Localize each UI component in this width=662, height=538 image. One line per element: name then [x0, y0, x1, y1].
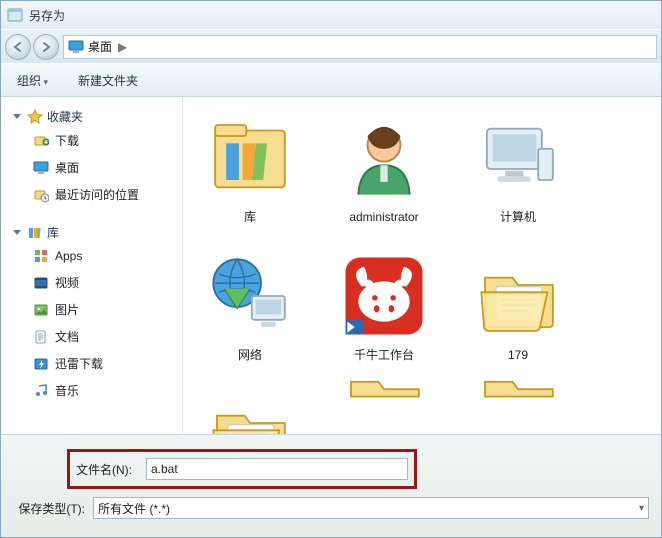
- filename-row: 文件名(N):: [67, 449, 417, 489]
- filename-input[interactable]: [146, 458, 408, 480]
- app-icon: [7, 7, 23, 23]
- toolbar: 组织 新建文件夹: [1, 63, 661, 97]
- file-item[interactable]: 网络: [195, 248, 305, 378]
- file-item[interactable]: 库: [195, 110, 305, 240]
- file-pane[interactable]: 库administrator计算机网络千牛工作台179360急救箱: [183, 98, 661, 434]
- sidebar-item[interactable]: 文档: [31, 323, 182, 350]
- sidebar-group-libraries: 库 Apps 视频图片文档迅雷下载音乐: [9, 222, 182, 404]
- save-as-dialog: 另存为 桌面 ▶ 组织 新建文件夹: [0, 0, 662, 538]
- back-button[interactable]: [5, 34, 31, 60]
- caret-down-icon: [13, 114, 21, 119]
- file-item[interactable]: 计算机: [463, 110, 573, 240]
- new-folder-button[interactable]: 新建文件夹: [70, 69, 146, 92]
- sidebar-item[interactable]: 迅雷下载: [31, 350, 182, 377]
- sidebar-item-label: 最近访问的位置: [55, 186, 139, 203]
- file-item-label: 计算机: [500, 210, 536, 225]
- apps-icon: [33, 248, 49, 264]
- folder-open-icon: [470, 248, 566, 344]
- sidebar-item-label: 图片: [55, 301, 79, 318]
- sidebar-header-libraries[interactable]: 库: [9, 222, 182, 243]
- organize-menu[interactable]: 组织: [9, 69, 56, 92]
- libraries-icon: [202, 110, 298, 206]
- computer-icon: [470, 110, 566, 206]
- file-item[interactable]: administrator: [329, 110, 439, 240]
- sidebar-item-label: Apps: [55, 249, 82, 263]
- sidebar: 收藏夹 下载桌面最近访问的位置 库 Apps 视频图片文档迅雷下载音乐: [1, 98, 183, 434]
- folder-open-icon: [202, 386, 298, 434]
- filetype-row: 保存类型(T): 所有文件 (*.*) ▾: [13, 497, 649, 519]
- sidebar-item-label: 下载: [55, 132, 79, 149]
- file-item[interactable]: [329, 386, 439, 418]
- sidebar-header-favorites[interactable]: 收藏夹: [9, 106, 182, 127]
- sidebar-label: 库: [47, 224, 59, 241]
- desktop-icon: [33, 160, 49, 176]
- sidebar-item-label: 文档: [55, 328, 79, 345]
- filetype-value: 所有文件 (*.*): [98, 500, 170, 517]
- sidebar-item-label: 迅雷下载: [55, 355, 103, 372]
- dialog-body: 收藏夹 下载桌面最近访问的位置 库 Apps 视频图片文档迅雷下载音乐 库 admi…: [1, 97, 661, 434]
- file-item-label: administrator: [349, 210, 418, 225]
- download-icon: [33, 133, 49, 149]
- file-item[interactable]: 360急救箱: [195, 386, 305, 434]
- breadcrumb-location: 桌面: [88, 38, 112, 55]
- filetype-combobox[interactable]: 所有文件 (*.*) ▾: [93, 497, 649, 519]
- caret-down-icon: [13, 230, 21, 235]
- sidebar-item-label: 音乐: [55, 382, 79, 399]
- window-title: 另存为: [29, 7, 65, 24]
- folder-icon: [336, 386, 432, 418]
- libraries-icon: [27, 225, 43, 241]
- file-item-label: 网络: [238, 348, 262, 363]
- recent-icon: [33, 187, 49, 203]
- network-icon: [202, 248, 298, 344]
- user-icon: [336, 110, 432, 206]
- filetype-label: 保存类型(T):: [13, 500, 85, 517]
- desktop-icon: [68, 40, 84, 54]
- documents-icon: [33, 329, 49, 345]
- folder-icon: [470, 386, 566, 418]
- title-bar: 另存为: [1, 1, 661, 29]
- sidebar-item[interactable]: 图片: [31, 296, 182, 323]
- video-icon: [33, 275, 49, 291]
- star-icon: [27, 109, 43, 125]
- sidebar-item[interactable]: 最近访问的位置: [31, 181, 182, 208]
- file-item[interactable]: [463, 386, 573, 418]
- dialog-footer: 文件名(N): 保存类型(T): 所有文件 (*.*) ▾: [1, 434, 661, 537]
- sidebar-label: 收藏夹: [47, 108, 83, 125]
- nav-buttons: [5, 34, 59, 60]
- sidebar-item[interactable]: 视频: [31, 269, 182, 296]
- sidebar-item[interactable]: 下载: [31, 127, 182, 154]
- sidebar-item[interactable]: 桌面: [31, 154, 182, 181]
- sidebar-item-label: 视频: [55, 274, 79, 291]
- chevron-right-icon: ▶: [118, 40, 127, 54]
- nav-bar: 桌面 ▶: [1, 29, 661, 63]
- sidebar-item[interactable]: 音乐: [31, 377, 182, 404]
- file-item-label: 库: [244, 210, 256, 225]
- breadcrumb[interactable]: 桌面 ▶: [63, 35, 657, 59]
- filename-label: 文件名(N):: [76, 461, 132, 478]
- sidebar-item[interactable]: Apps: [31, 243, 182, 269]
- forward-button[interactable]: [33, 34, 59, 60]
- qianniu-icon: [336, 248, 432, 344]
- pictures-icon: [33, 302, 49, 318]
- sidebar-item-label: 桌面: [55, 159, 79, 176]
- chevron-down-icon: ▾: [639, 503, 644, 514]
- thunder-icon: [33, 356, 49, 372]
- music-icon: [33, 383, 49, 399]
- sidebar-group-favorites: 收藏夹 下载桌面最近访问的位置: [9, 106, 182, 208]
